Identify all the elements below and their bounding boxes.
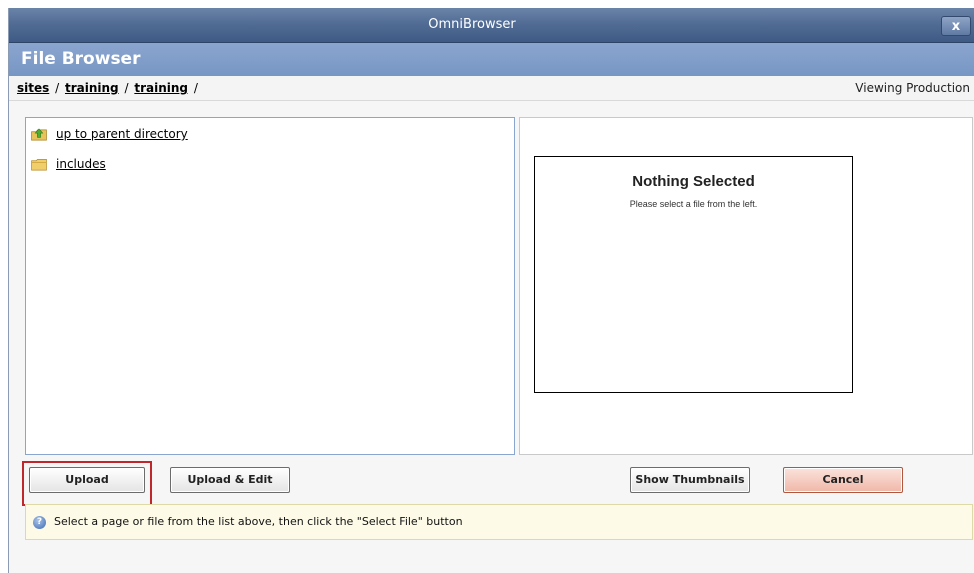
preview-subtitle: Please select a file from the left.: [629, 199, 758, 209]
file-list: up to parent directory includes: [25, 117, 515, 455]
breadcrumb: sites / training / training /: [17, 81, 200, 95]
header-bar: File Browser: [9, 43, 974, 76]
title-bar: OmniBrowser x: [9, 8, 974, 43]
close-button[interactable]: x: [941, 16, 971, 36]
status-text: Select a page or file from the list abov…: [54, 515, 463, 528]
preview-box: Nothing Selected Please select a file fr…: [534, 156, 853, 393]
breadcrumb-trailing: /: [193, 81, 198, 95]
window-title: OmniBrowser: [428, 17, 516, 32]
close-icon: x: [951, 19, 961, 34]
parent-folder-icon: [31, 128, 47, 141]
info-icon: ?: [33, 516, 46, 529]
breadcrumb-item-sites[interactable]: sites: [17, 81, 49, 95]
breadcrumb-item-training-sub[interactable]: training: [134, 81, 188, 95]
breadcrumb-separator: /: [55, 81, 60, 95]
upload-button[interactable]: Upload: [29, 467, 145, 493]
list-item-label[interactable]: up to parent directory: [56, 127, 188, 141]
dialog-window: OmniBrowser x File Browser sites / train…: [8, 8, 974, 573]
preview-title: Nothing Selected: [632, 173, 755, 190]
cancel-button[interactable]: Cancel: [783, 467, 903, 493]
top-strip: [0, 0, 974, 8]
breadcrumb-separator: /: [124, 81, 129, 95]
folder-icon: [31, 159, 47, 171]
status-bar: ? Select a page or file from the list ab…: [25, 504, 973, 540]
breadcrumb-row: sites / training / training / Viewing Pr…: [9, 76, 974, 101]
page-title: File Browser: [21, 49, 141, 69]
environment-label: Viewing Production: [855, 81, 970, 95]
show-thumbnails-button[interactable]: Show Thumbnails: [630, 467, 750, 493]
list-item-label[interactable]: includes: [56, 157, 106, 171]
breadcrumb-item-training[interactable]: training: [65, 81, 119, 95]
upload-edit-button[interactable]: Upload & Edit: [170, 467, 290, 493]
